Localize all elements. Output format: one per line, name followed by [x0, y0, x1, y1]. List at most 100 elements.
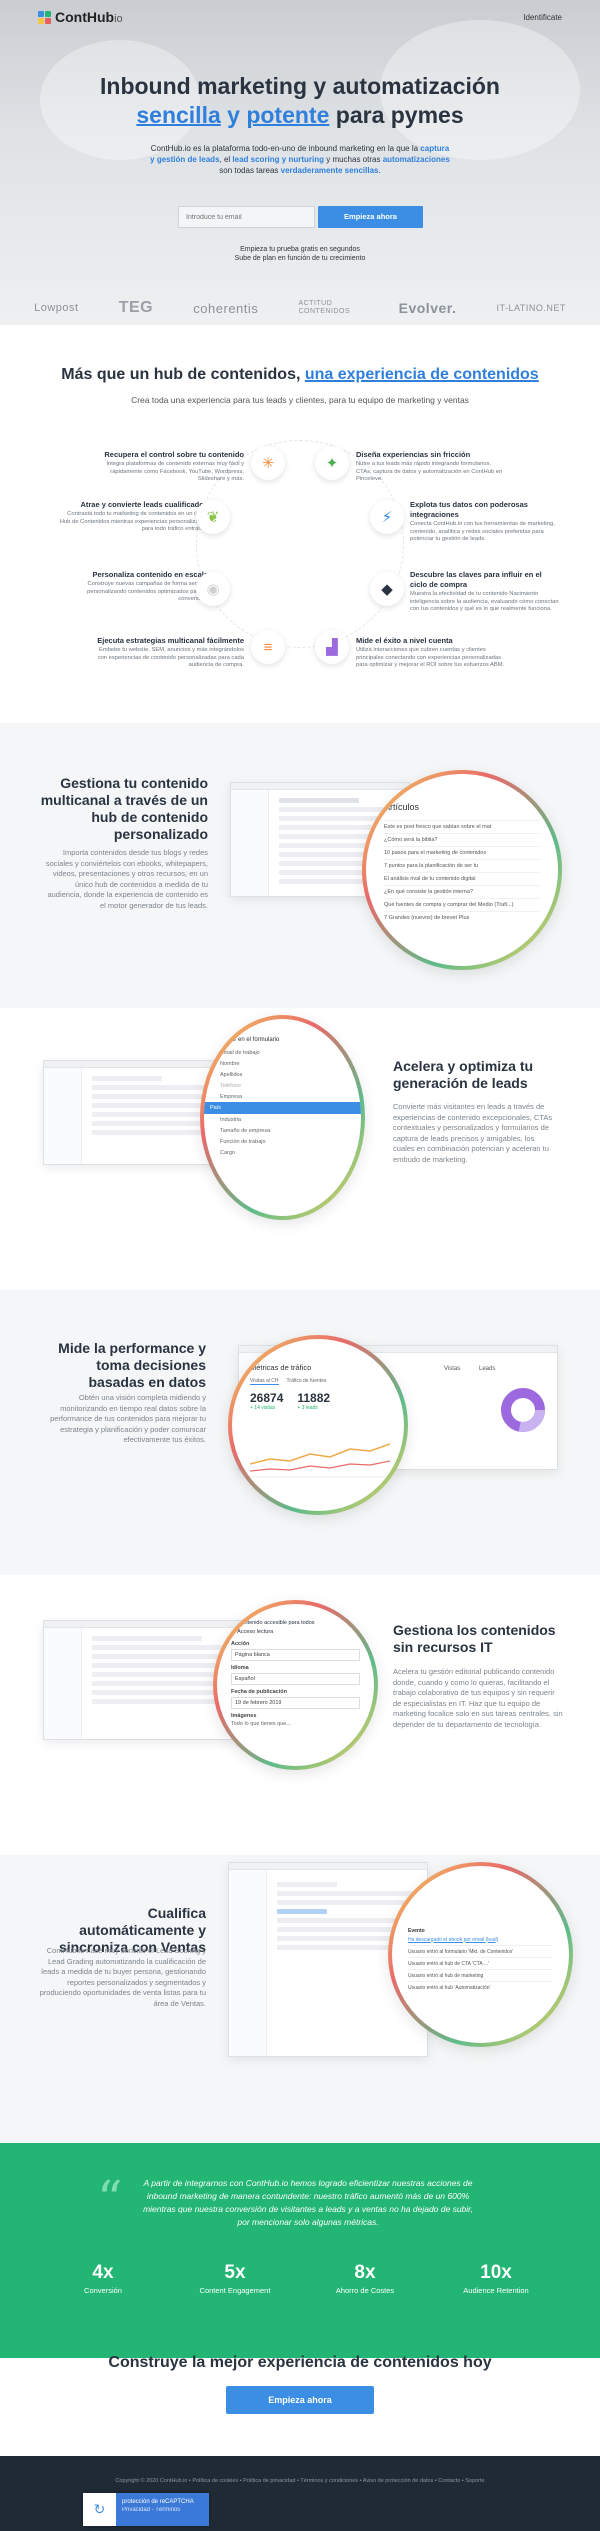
- zoom-lens: Evento Ha descargado el ebook por email …: [388, 1862, 573, 2047]
- lens-title: Cargar en el formulario: [218, 1037, 280, 1043]
- feature-glyph: ❦: [206, 509, 220, 526]
- article-row[interactable]: ¿En qué consiste la gestión interna?: [384, 886, 540, 899]
- event-row[interactable]: Usuario entró al hub de CTA 'CTA ...': [408, 1958, 553, 1970]
- event-row[interactable]: Usuario entró al hub 'Automatización': [408, 1982, 553, 1993]
- layers-icon: ≡: [251, 630, 285, 664]
- lens-title: Acción: [231, 1641, 250, 1647]
- hub-title-text: Más que un hub de contenidos,: [61, 366, 305, 383]
- feature-desc: Integra plataformas de contenido externa…: [106, 461, 244, 482]
- date-input[interactable]: 19 de febrero 2019: [231, 1697, 360, 1709]
- stat-value: 8x: [354, 2262, 376, 2283]
- footer-links[interactable]: Copyright © 2020 ContHub.io • Política d…: [0, 2478, 600, 2484]
- section-desc: Importa contenidos desde tus blogs y red…: [45, 848, 208, 910]
- checkbox-read[interactable]: ☑ Acceso lectura: [231, 1629, 360, 1635]
- cta-start-button[interactable]: Empieza ahora: [226, 2386, 374, 2414]
- feature-title: Diseña experiencias sin fricción: [356, 450, 471, 459]
- pin-icon: ◉: [196, 572, 230, 606]
- section-title: Gestiona los contenidos sin recursos IT: [393, 1622, 556, 1655]
- recaptcha-badge[interactable]: ↻ protección de reCAPTCHA Privacidad - Té…: [83, 2493, 209, 2526]
- article-row[interactable]: Qué fuentes de compra y comprar del Medi…: [384, 899, 540, 912]
- testimonial-section: [0, 2143, 600, 2358]
- login-link[interactable]: Identificate: [523, 13, 562, 22]
- select-language[interactable]: Español: [231, 1673, 360, 1685]
- article-row[interactable]: 7 puntos para la planificación de ser tu: [384, 860, 540, 873]
- lens-title: Artículos: [384, 802, 420, 812]
- hero-title-line-1: Inbound marketing y automatización: [100, 73, 500, 99]
- client-logo: TEG: [118, 299, 154, 316]
- mini-stat-label: Vistas: [444, 1366, 461, 1372]
- trial-line-2: Sube de plan en función de tu crecimient…: [234, 255, 366, 262]
- hero-text: ContHub.io es la plataforma todo-en-uno …: [150, 144, 421, 153]
- select-action[interactable]: Página blanca: [231, 1649, 360, 1661]
- trial-note: Empieza tu prueba gratis en segundos Sub…: [0, 245, 600, 263]
- feature-glyph: ⚡: [381, 509, 393, 526]
- feature-desc: Muestra la efectividad de tu contenido N…: [410, 591, 559, 612]
- logo-icon: [38, 10, 51, 24]
- menu-item[interactable]: Industria: [218, 1114, 347, 1125]
- menu-item[interactable]: Email de trabajo: [218, 1047, 347, 1058]
- stat-cost-savings: 8x Ahorro de Costes: [305, 2262, 425, 2295]
- line-chart: [249, 1443, 391, 1478]
- hero-title-end: para pymes: [329, 102, 464, 128]
- event-row[interactable]: Ha descargado el ebook por email (lead): [408, 1934, 553, 1946]
- feature-title: Recupera el control sobre tu contenido: [104, 450, 244, 459]
- stat-label: Conversión: [84, 2286, 122, 2295]
- zoom-lens: Artículos Este es post fresco que sabían…: [362, 770, 562, 970]
- zoom-lens: ☑ Contenido accesible para todos ☑ Acces…: [213, 1600, 378, 1770]
- recaptcha-links[interactable]: Privacidad - Términos: [122, 2506, 203, 2514]
- lens-title: Métricas de tráfico: [250, 1363, 312, 1372]
- logo-name: ContHub: [55, 9, 115, 25]
- feature-left-4: Ejecuta estrategias multicanal fácilment…: [94, 636, 244, 670]
- event-row[interactable]: Usuario entró al hub de marketing: [408, 1970, 553, 1982]
- article-row[interactable]: ¿Cómo será la biblia?: [384, 834, 540, 847]
- field-label: Idioma: [231, 1665, 249, 1671]
- menu-item[interactable]: Teléfono: [218, 1080, 347, 1091]
- feature-title: Ejecuta estrategias multicanal fácilment…: [97, 636, 244, 645]
- recaptcha-icon: ↻: [83, 2493, 116, 2526]
- logo-suffix: io: [114, 13, 123, 25]
- hero-text-highlight: verdaderamente sencillas: [280, 166, 379, 175]
- hero-title: Inbound marketing y automatización senci…: [0, 72, 600, 130]
- checkbox-public[interactable]: ☑ Contenido accesible para todos: [231, 1620, 360, 1626]
- menu-item[interactable]: Función de trabajo: [218, 1136, 347, 1147]
- visits-value: 26874: [250, 1391, 284, 1405]
- menu-item[interactable]: Empresa: [218, 1091, 347, 1102]
- article-row[interactable]: 7 Grandes (nuevos) de brevet Plus: [384, 912, 540, 924]
- leaf-icon: ❦: [196, 500, 230, 534]
- tab-visits[interactable]: Visitas al CH: [250, 1378, 279, 1385]
- field-label: Fecha de publicación: [231, 1689, 287, 1695]
- feature-desc: Construye nuevas campañas de forma senci…: [87, 581, 208, 602]
- stat-label: Audience Retention: [463, 2286, 529, 2295]
- logo[interactable]: ContHubio: [38, 9, 123, 25]
- top-nav: ContHubio Identificate: [0, 0, 600, 36]
- tab-sources[interactable]: Tráfico de fuentes: [287, 1378, 327, 1385]
- feature-desc: Conecta ContHub.io con tus herramientas …: [410, 521, 555, 542]
- stat-value: 10x: [480, 2262, 512, 2283]
- article-row[interactable]: Este es post fresco que sabían sobre el …: [384, 821, 540, 834]
- article-row[interactable]: El análisis rival de tu contenido digita…: [384, 873, 540, 886]
- start-now-button[interactable]: Empieza ahora: [318, 206, 423, 228]
- checkbox-label: Contenido accesible para todos: [237, 1620, 315, 1626]
- menu-item[interactable]: Nombre: [218, 1058, 347, 1069]
- stat-conversion: 4x Conversión: [43, 2262, 163, 2295]
- event-row[interactable]: Usuario entró al formulario 'Mkt. de Con…: [408, 1946, 553, 1958]
- hero-title-highlight-2: potente: [246, 102, 330, 128]
- menu-item[interactable]: Apellidos: [218, 1069, 347, 1080]
- hub-subtitle: Crea toda una experiencia para tus leads…: [131, 395, 469, 405]
- hero-title-join: y: [220, 102, 247, 128]
- zoom-lens: Métricas de tráfico Visitas al CH Tráfic…: [228, 1335, 408, 1515]
- client-logo: coherentis: [193, 300, 259, 316]
- feature-title: Personaliza contenido en escala: [92, 570, 208, 579]
- quote-icon: “: [97, 2170, 123, 2228]
- feature-right-1: Diseña experiencias sin fricción Nutre a …: [356, 450, 506, 484]
- hub-title: Más que un hub de contenidos, una experi…: [0, 366, 600, 384]
- image-item[interactable]: Todo lo que tienes que...: [231, 1721, 360, 1727]
- menu-item[interactable]: Cargo: [218, 1147, 347, 1158]
- email-input[interactable]: [178, 206, 315, 228]
- section-desc: Convierte más visitantes en leads a trav…: [393, 1102, 553, 1164]
- chart-icon: ▟: [315, 630, 349, 664]
- menu-item[interactable]: Tamaño de empresa: [218, 1125, 347, 1136]
- client-logos: Lowpost TEG coherentis ACTITUD CONTENIDO…: [0, 293, 600, 323]
- menu-item-selected[interactable]: País: [204, 1102, 361, 1114]
- article-row[interactable]: 10 pasos para el marketing de contenidos: [384, 847, 540, 860]
